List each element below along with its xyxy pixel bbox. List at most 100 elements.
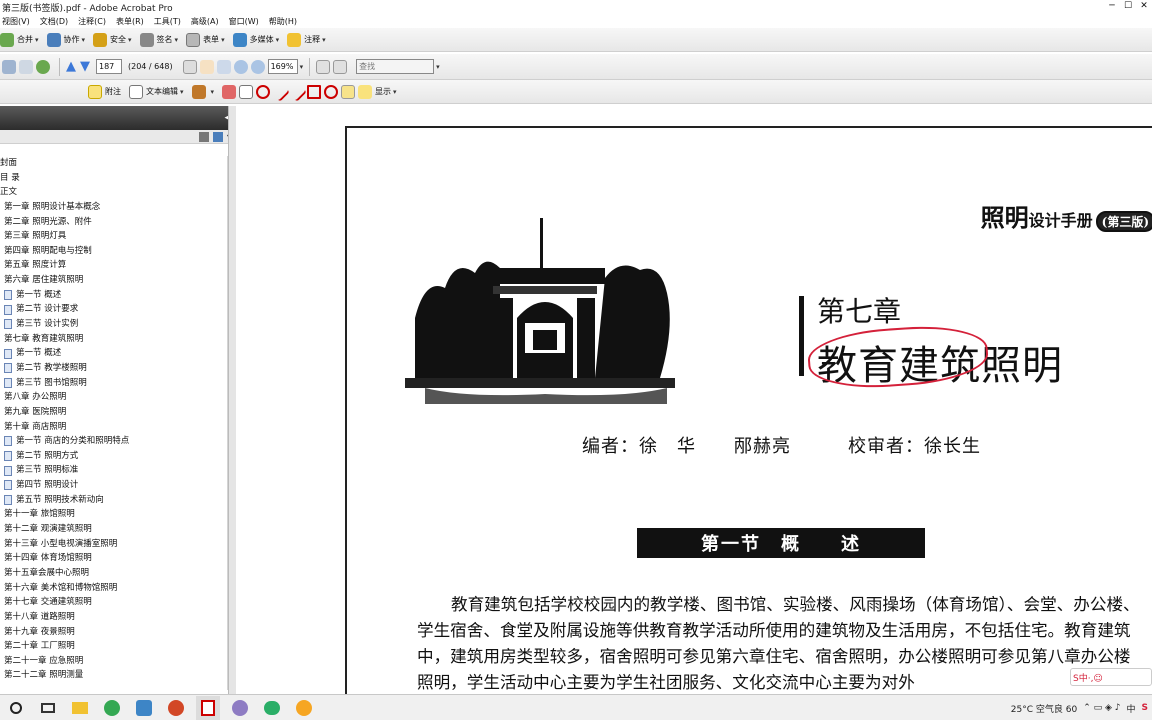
menu-window[interactable]: 窗口(W) xyxy=(229,16,259,27)
zoom-in-icon[interactable] xyxy=(250,59,265,74)
app-icon[interactable] xyxy=(228,696,252,720)
tray-icons[interactable]: ⌃ ▭ ◈ ♪ xyxy=(1083,703,1120,713)
bookmark-item[interactable]: 第十三章 小型电视演播室照明 xyxy=(0,537,228,552)
oval-icon[interactable] xyxy=(324,84,339,99)
stamp-icon[interactable] xyxy=(191,84,206,99)
document-view[interactable]: 照明 设计手册 (第三版) 第七章 教育建筑照明 编者：徐 华 邴赫亮 校审者：… xyxy=(237,106,1152,694)
search-dropdown-icon[interactable]: ▾ xyxy=(436,63,440,71)
print-icon[interactable] xyxy=(19,59,33,74)
bookmark-item[interactable]: 第十七章 交通建筑照明 xyxy=(0,595,228,610)
close-button[interactable]: ✕ xyxy=(1136,0,1152,12)
sticky-note-button[interactable]: 附注 xyxy=(88,84,121,99)
zoom-tool-icon[interactable] xyxy=(216,59,231,74)
collaborate-button[interactable]: 协作 ▾ xyxy=(46,32,85,47)
textbox-icon[interactable] xyxy=(239,84,254,99)
weather-text[interactable]: 25°C 空气良 60 xyxy=(1011,702,1077,715)
sogou-icon[interactable]: S xyxy=(1142,703,1148,713)
sign-button[interactable]: 签名 ▾ xyxy=(139,32,178,47)
next-page-icon[interactable]: ▼ xyxy=(80,59,90,74)
bookmark-item[interactable]: 第三节 照明标准 xyxy=(0,463,228,478)
menu-forms[interactable]: 表单(R) xyxy=(116,16,144,27)
bookmark-item[interactable]: 第十六章 美术馆和博物馆照明 xyxy=(0,581,228,596)
browser-icon[interactable] xyxy=(100,696,124,720)
search-input[interactable]: 查找 xyxy=(356,59,435,74)
multimedia-button[interactable]: 多媒体 ▾ xyxy=(232,32,279,47)
fit-page-icon[interactable] xyxy=(316,59,331,74)
bookmark-item[interactable]: 第九章 医院照明 xyxy=(0,405,228,420)
zoom-dropdown-icon[interactable]: ▾ xyxy=(300,63,304,71)
delete-bookmark-icon[interactable] xyxy=(198,131,209,142)
bookmark-item[interactable]: 第一节 商店的分类和照明特点 xyxy=(0,434,228,449)
bookmark-item[interactable]: 第三章 照明灯具 xyxy=(0,229,228,244)
bookmark-item[interactable]: 第一节 概述 xyxy=(0,346,228,361)
acrobat-icon[interactable] xyxy=(196,695,220,720)
fit-width-icon[interactable] xyxy=(333,59,348,74)
select-icon[interactable] xyxy=(182,59,197,74)
search-icon[interactable] xyxy=(4,696,28,720)
zoom-out-icon[interactable] xyxy=(233,59,248,74)
bookmark-item[interactable]: 第十八章 道路照明 xyxy=(0,610,228,625)
bookmark-item[interactable]: 第五节 照明技术新动向 xyxy=(0,493,228,508)
zoom-input[interactable]: 169% xyxy=(267,59,298,74)
bookmark-item[interactable]: 第一章 照明设计基本概念 xyxy=(0,200,228,215)
menu-tools[interactable]: 工具(T) xyxy=(154,16,181,27)
maximize-button[interactable]: ☐ xyxy=(1120,0,1136,12)
bookmark-item[interactable]: 第十章 商店照明 xyxy=(0,420,228,435)
bookmark-item[interactable]: 第十五章会展中心照明 xyxy=(0,566,228,581)
bookmark-item[interactable]: 第二节 设计要求 xyxy=(0,302,228,317)
menu-help[interactable]: 帮助(H) xyxy=(269,16,297,27)
hand-icon[interactable] xyxy=(199,59,214,74)
bookmark-item[interactable]: 第十二章 观演建筑照明 xyxy=(0,522,228,537)
panel-splitter[interactable] xyxy=(228,106,236,694)
comment-button[interactable]: 注释 ▾ xyxy=(287,32,326,47)
combine-button[interactable]: 合并 ▾ xyxy=(0,32,39,47)
bookmark-item[interactable]: 封面 xyxy=(0,156,228,171)
powerpoint-icon[interactable] xyxy=(164,696,188,720)
bookmark-item[interactable]: 第三节 图书馆照明 xyxy=(0,376,228,391)
bookmark-item[interactable]: 正文 xyxy=(0,185,228,200)
bookmark-item[interactable]: 第四节 照明设计 xyxy=(0,478,228,493)
ime-floating-bar[interactable]: S中·,☺ xyxy=(1070,668,1152,686)
menu-comments[interactable]: 注释(C) xyxy=(78,16,106,27)
bookmark-item[interactable]: 第十九章 夜景照明 xyxy=(0,625,228,640)
show-button[interactable]: 显示 ▾ xyxy=(358,84,397,99)
menu-document[interactable]: 文档(D) xyxy=(40,16,68,27)
line-icon[interactable] xyxy=(287,81,307,102)
bookmark-item[interactable]: 第二节 教学楼照明 xyxy=(0,361,228,376)
bookmark-item[interactable]: 第二章 照明光源、附件 xyxy=(0,215,228,230)
new-bookmark-icon[interactable] xyxy=(212,131,223,142)
menu-view[interactable]: 视图(V) xyxy=(2,16,30,27)
email-icon[interactable] xyxy=(36,59,50,74)
bookmark-item[interactable]: 第六章 居住建筑照明 xyxy=(0,273,228,288)
menu-advanced[interactable]: 高级(A) xyxy=(191,16,219,27)
rectangle-icon[interactable] xyxy=(307,84,322,99)
save-icon[interactable] xyxy=(2,59,16,74)
previous-page-icon[interactable]: ▲ xyxy=(66,59,76,74)
bookmark-item[interactable]: 第二节 照明方式 xyxy=(0,449,228,464)
bookmark-item[interactable]: 第五章 照度计算 xyxy=(0,258,228,273)
bookmark-item[interactable]: 目 录 xyxy=(0,171,228,186)
bookmark-item[interactable]: 第十四章 体育场馆照明 xyxy=(0,551,228,566)
bookmark-item[interactable]: 第二十一章 应急照明 xyxy=(0,654,228,669)
text-edit-button[interactable]: 文本编辑 ▾ xyxy=(129,84,184,99)
page-number-input[interactable]: 187 xyxy=(96,59,122,74)
ime-indicator[interactable]: 中 xyxy=(1127,702,1136,715)
cloud-icon[interactable] xyxy=(256,84,271,99)
store-icon[interactable] xyxy=(132,696,156,720)
bookmark-item[interactable]: 第二十二章 照明测量 xyxy=(0,668,228,683)
file-explorer-icon[interactable] xyxy=(68,696,92,720)
pencil-icon[interactable] xyxy=(341,84,356,99)
video-app-icon[interactable] xyxy=(292,696,316,720)
minimize-button[interactable]: ─ xyxy=(1104,0,1120,12)
callout-icon[interactable] xyxy=(222,84,237,99)
secure-button[interactable]: 安全 ▾ xyxy=(93,32,132,47)
bookmark-item[interactable]: 第二十章 工厂照明 xyxy=(0,639,228,654)
bookmark-item[interactable]: 第八章 办公照明 xyxy=(0,390,228,405)
bookmark-item[interactable]: 第七章 教育建筑照明 xyxy=(0,332,228,347)
bookmark-item[interactable]: 第三节 设计实例 xyxy=(0,317,228,332)
wechat-icon[interactable] xyxy=(260,696,284,720)
forms-button[interactable]: 表单 ▾ xyxy=(186,32,225,47)
bookmark-item[interactable]: 第十一章 旅馆照明 xyxy=(0,507,228,522)
bookmark-item[interactable]: 第四章 照明配电与控制 xyxy=(0,244,228,259)
task-view-icon[interactable] xyxy=(36,696,60,720)
